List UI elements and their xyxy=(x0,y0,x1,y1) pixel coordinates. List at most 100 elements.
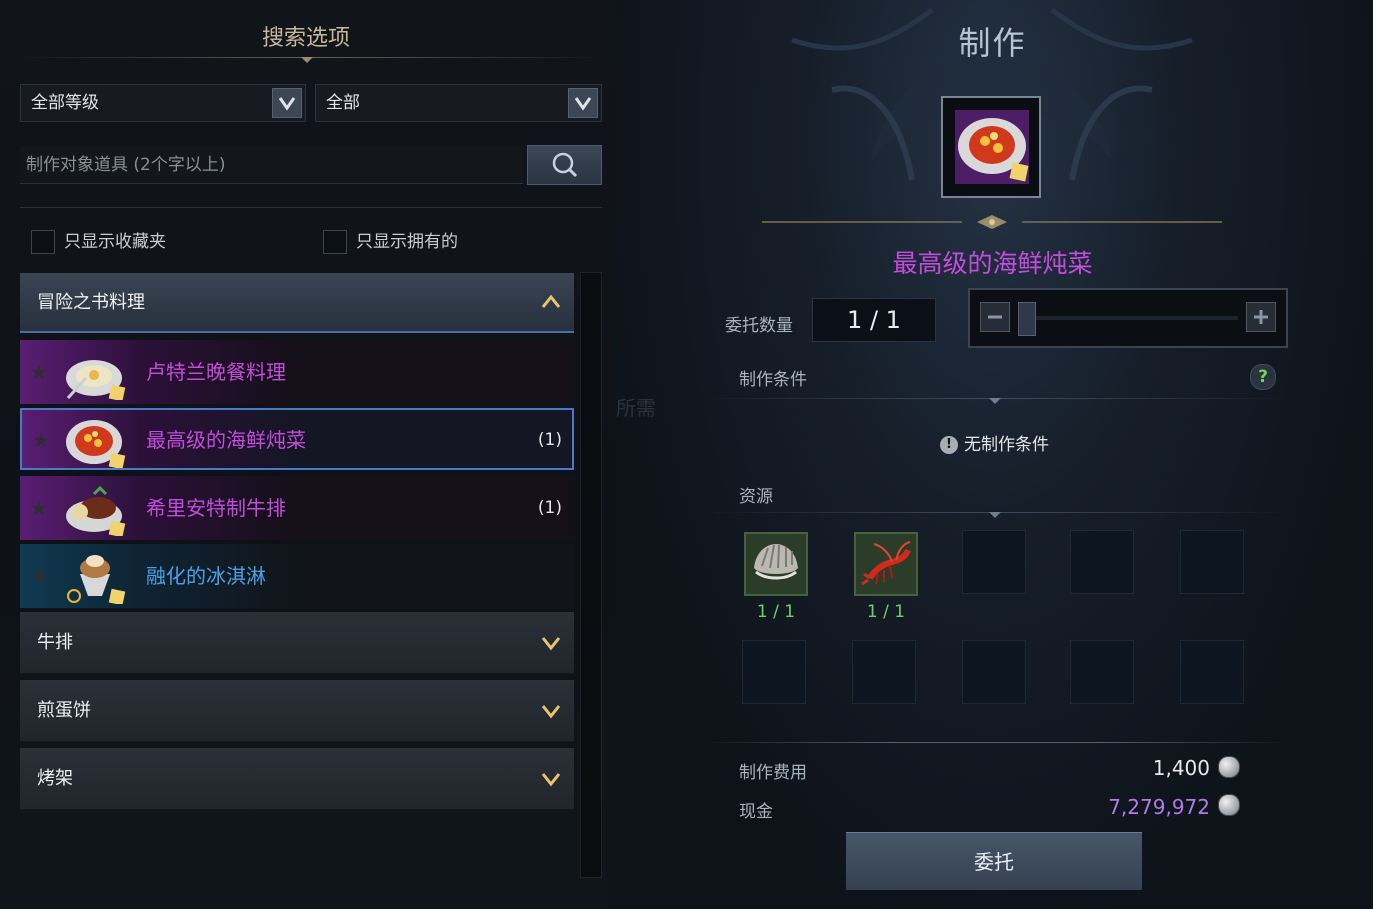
checkbox-box[interactable] xyxy=(31,230,55,254)
cost-label: 制作费用 xyxy=(739,763,807,783)
filter-separator xyxy=(20,207,602,208)
commission-button-label: 委托 xyxy=(974,850,1014,874)
resource-qty: 1 / 1 xyxy=(756,602,796,622)
resources-label: 资源 xyxy=(739,487,773,507)
no-condition-label: 无制作条件 xyxy=(964,435,1049,455)
resource-slot-empty xyxy=(1070,530,1134,594)
cost-value: 1,400 xyxy=(1152,756,1210,780)
owned-label: 只显示拥有的 xyxy=(356,232,458,252)
category-steak[interactable]: 牛排 xyxy=(20,612,574,674)
search-placeholder: 制作对象道具 (2个字以上) xyxy=(26,155,226,175)
cash-label: 现金 xyxy=(739,802,773,822)
grade-select[interactable]: 全部等级 xyxy=(20,84,306,122)
divider-arrow xyxy=(989,512,1001,518)
chevron-down-icon[interactable] xyxy=(540,702,562,724)
slider-track[interactable] xyxy=(1018,316,1238,320)
resource-qty: 1 / 1 xyxy=(866,602,906,622)
resource-slot-empty xyxy=(1180,640,1244,704)
category-label: 煎蛋饼 xyxy=(37,700,91,721)
category-label: 牛排 xyxy=(37,632,73,653)
cash-value: 7,279,972 xyxy=(1108,795,1210,819)
crafting-panel: 制作 最高级的海鲜炖菜 委托数量 1 / 1 制作条件 ? 所需 ! 无制作条件… xyxy=(612,0,1373,909)
increase-button[interactable] xyxy=(1246,302,1276,332)
type-select[interactable]: 全部 xyxy=(315,84,602,122)
favorite-star-icon[interactable]: ★ xyxy=(30,496,48,520)
chevron-down-icon[interactable] xyxy=(272,88,302,118)
commission-button[interactable]: 委托 xyxy=(846,832,1142,890)
owned-checkbox[interactable]: 只显示拥有的 xyxy=(323,227,458,254)
crafted-item-slot[interactable] xyxy=(941,96,1041,198)
clam-shell-icon xyxy=(754,544,798,580)
quantity-label: 委托数量 xyxy=(725,316,793,336)
seafood-stew-icon xyxy=(958,118,1029,182)
silver-coin-icon xyxy=(1218,756,1240,778)
type-select-value: 全部 xyxy=(326,93,360,113)
category-label: 烤架 xyxy=(37,768,73,789)
favorites-label: 只显示收藏夹 xyxy=(64,232,166,252)
resource-slot-empty xyxy=(1070,640,1134,704)
recipe-row[interactable]: ★ 希里安特制牛排 (1) xyxy=(20,476,574,540)
resource-slot[interactable] xyxy=(854,532,918,596)
slider-handle[interactable] xyxy=(1018,302,1036,336)
recipe-name: 融化的冰淇淋 xyxy=(146,564,266,588)
recipe-row-selected[interactable]: ★ 最高级的海鲜炖菜 (1) xyxy=(20,408,574,470)
silver-coin-icon xyxy=(1218,794,1240,816)
quantity-field[interactable]: 1 / 1 xyxy=(812,298,936,342)
quantity-value: 1 / 1 xyxy=(847,306,901,334)
chevron-up-icon[interactable] xyxy=(540,293,562,315)
category-omelette[interactable]: 煎蛋饼 xyxy=(20,680,574,742)
search-options-panel: 搜索选项 全部等级 全部 制作对象道具 (2个字以上) 只显示收藏夹 只显示拥有… xyxy=(0,0,612,909)
chevron-down-icon[interactable] xyxy=(568,88,598,118)
list-scrollbar[interactable] xyxy=(580,272,602,878)
recipe-count: (1) xyxy=(537,430,562,450)
category-adventure-cooking[interactable]: 冒险之书料理 xyxy=(20,273,574,333)
resource-slot[interactable] xyxy=(744,532,808,596)
crafted-item-name: 最高级的海鲜炖菜 xyxy=(892,249,1093,278)
search-button[interactable] xyxy=(527,145,602,185)
recipe-row[interactable]: ★ 卢特兰晚餐料理 xyxy=(20,340,574,404)
favorite-star-icon[interactable]: ★ xyxy=(30,564,48,588)
recipe-row[interactable]: ★ 融化的冰淇淋 xyxy=(20,544,574,608)
info-icon: ! xyxy=(940,436,958,454)
dinner-dish-icon xyxy=(66,360,126,400)
minus-icon xyxy=(988,315,1002,319)
condition-label: 制作条件 xyxy=(739,370,807,390)
resource-slot-empty xyxy=(962,640,1026,704)
faded-label: 所需 xyxy=(616,396,656,420)
recipe-name: 希里安特制牛排 xyxy=(146,496,286,520)
category-grill[interactable]: 烤架 xyxy=(20,748,574,810)
steak-icon xyxy=(66,485,126,536)
red-crayfish-icon xyxy=(861,541,911,586)
ice-cream-icon xyxy=(67,555,126,604)
resource-slot-empty xyxy=(742,640,806,704)
resource-slot-empty xyxy=(1180,530,1244,594)
category-label: 冒险之书料理 xyxy=(37,292,145,313)
recipe-name: 最高级的海鲜炖菜 xyxy=(146,428,306,452)
search-options-title: 搜索选项 xyxy=(261,26,350,51)
item-background xyxy=(955,110,1029,184)
seafood-stew-icon xyxy=(66,420,126,468)
favorite-star-icon[interactable]: ★ xyxy=(32,428,50,452)
resource-slot-empty xyxy=(962,530,1026,594)
chevron-down-icon[interactable] xyxy=(540,770,562,792)
no-condition-text: ! 无制作条件 xyxy=(940,430,1049,455)
favorites-checkbox[interactable]: 只显示收藏夹 xyxy=(31,227,166,254)
divider-arrow xyxy=(989,398,1001,404)
grade-select-value: 全部等级 xyxy=(31,93,99,113)
ornament-divider xyxy=(762,215,1222,229)
favorite-star-icon[interactable]: ★ xyxy=(30,360,48,384)
decrease-button[interactable] xyxy=(980,302,1010,332)
plus-icon xyxy=(1254,310,1268,324)
recipe-count: (1) xyxy=(537,498,562,518)
search-input[interactable]: 制作对象道具 (2个字以上) xyxy=(20,146,523,184)
search-icon xyxy=(552,152,578,178)
chevron-down-icon[interactable] xyxy=(540,634,562,656)
quantity-slider[interactable] xyxy=(968,288,1288,348)
checkbox-box[interactable] xyxy=(323,230,347,254)
cost-divider xyxy=(702,742,1292,743)
help-icon[interactable]: ? xyxy=(1250,364,1276,390)
craft-title: 制作 xyxy=(958,24,1027,62)
recipe-name: 卢特兰晚餐料理 xyxy=(146,360,286,384)
title-divider-arrow xyxy=(301,57,313,63)
resource-slot-empty xyxy=(852,640,916,704)
